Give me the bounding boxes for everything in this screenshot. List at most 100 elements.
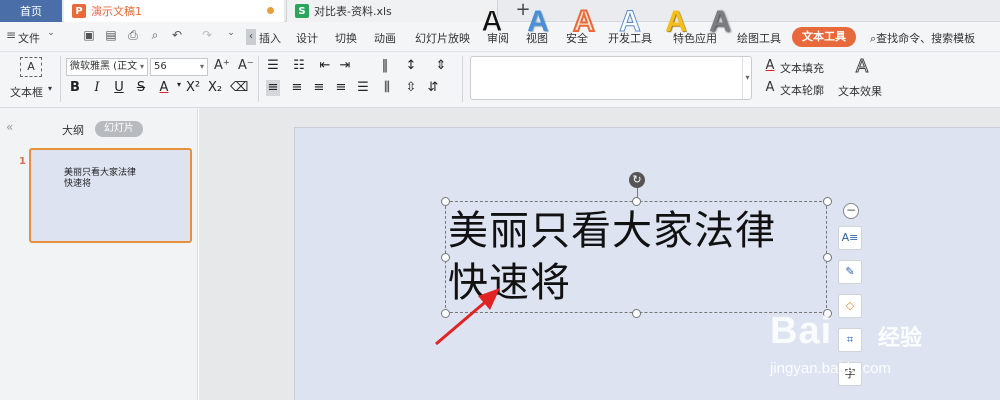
columns-icon[interactable]: ⫼ bbox=[380, 80, 394, 96]
command-search[interactable]: ⌕查找命令、搜索模板 bbox=[870, 30, 975, 46]
spreadsheet-file-icon: S bbox=[295, 4, 309, 18]
text-effect-button[interactable]: 文本效果 bbox=[838, 83, 882, 99]
menu-insert[interactable]: 插入 bbox=[259, 30, 281, 46]
text-outline-icon[interactable]: A bbox=[762, 80, 778, 96]
menu-text-tools-active[interactable]: 文本工具 bbox=[792, 27, 856, 47]
export-pdf-icon[interactable]: ▤ bbox=[104, 28, 118, 44]
menu-design[interactable]: 设计 bbox=[296, 30, 318, 46]
bold-icon[interactable]: B bbox=[68, 80, 82, 96]
text-fill-icon[interactable]: A bbox=[762, 58, 778, 74]
text-fill-button[interactable]: 文本填充 bbox=[780, 60, 824, 76]
slide-thumbnail[interactable] bbox=[29, 148, 192, 243]
superscript-icon[interactable]: X² bbox=[186, 80, 200, 96]
tab-spreadsheet[interactable]: S 对比表-资料.xls bbox=[286, 0, 498, 22]
vertical-align-icon[interactable]: ⇵ bbox=[426, 80, 440, 96]
text-style-black[interactable]: A bbox=[474, 2, 510, 42]
arrow-shaft bbox=[435, 296, 491, 346]
resize-handle-n[interactable] bbox=[632, 197, 641, 206]
resize-handle-w[interactable] bbox=[441, 253, 450, 262]
italic-icon[interactable]: I bbox=[90, 80, 104, 96]
numbered-list-icon[interactable]: ☷ bbox=[292, 58, 306, 74]
text-outline-button[interactable]: 文本轮廓 bbox=[780, 82, 824, 98]
text-format-icon[interactable]: A≡ bbox=[838, 226, 862, 250]
menu-transition[interactable]: 切换 bbox=[335, 30, 357, 46]
tab-home[interactable]: 首页 bbox=[0, 0, 62, 22]
print-preview-icon[interactable]: ⌕ bbox=[148, 28, 162, 44]
shrink-font-icon[interactable]: A⁻ bbox=[238, 58, 254, 73]
undo-icon[interactable]: ↶ bbox=[170, 28, 184, 44]
font-color-icon[interactable]: A bbox=[157, 80, 171, 96]
red-arrow-annotation bbox=[435, 288, 500, 346]
line-spacing-icon[interactable]: ↕ bbox=[404, 58, 418, 74]
text-style-orange-outline[interactable]: A bbox=[566, 2, 602, 42]
tab-outline[interactable]: 大纲 bbox=[62, 122, 84, 138]
tab-presentation[interactable]: P 演示文稿1 bbox=[64, 0, 284, 22]
tab-home-label: 首页 bbox=[20, 5, 42, 18]
print-icon[interactable]: ⎙ bbox=[126, 28, 140, 44]
textbox-label[interactable]: 文本框 bbox=[10, 84, 43, 100]
resize-handle-ne[interactable] bbox=[823, 197, 832, 206]
redo-icon[interactable]: ↷ bbox=[200, 28, 214, 44]
increase-indent-icon[interactable]: ⇥ bbox=[338, 58, 352, 74]
align-left-icon[interactable]: ≡ bbox=[266, 80, 280, 96]
collapse-panel-icon[interactable]: « bbox=[6, 120, 13, 134]
slide-number: 1 bbox=[19, 156, 26, 167]
chevron-down-icon[interactable]: ▾ bbox=[48, 84, 52, 93]
crop-icon[interactable]: ⌗ bbox=[838, 328, 862, 352]
clear-format-icon[interactable]: ⌫ bbox=[230, 80, 248, 96]
resize-handle-s[interactable] bbox=[632, 309, 641, 318]
underline-icon[interactable]: U bbox=[112, 80, 126, 96]
strikethrough-icon[interactable]: S̶ bbox=[134, 80, 148, 96]
subscript-icon[interactable]: X₂ bbox=[208, 80, 222, 96]
brush-icon[interactable]: ✎ bbox=[838, 260, 862, 284]
text-style-gray[interactable]: A bbox=[702, 2, 738, 42]
text-style-gold[interactable]: A bbox=[658, 2, 694, 42]
tab-presentation-label: 演示文稿1 bbox=[91, 5, 142, 18]
divider bbox=[60, 56, 61, 102]
rotate-handle-icon[interactable]: ↻ bbox=[629, 172, 645, 188]
baidu-watermark-label: 经验 bbox=[878, 326, 923, 351]
menu-drawing-tools[interactable]: 绘图工具 bbox=[737, 30, 781, 46]
divider bbox=[258, 56, 259, 102]
textbox-icon[interactable]: A bbox=[20, 57, 42, 77]
hamburger-icon[interactable]: ≡ bbox=[4, 28, 18, 44]
text-direction-icon[interactable]: ‖ bbox=[378, 58, 392, 74]
shape-fill-icon[interactable]: ◇ bbox=[838, 294, 862, 318]
chevron-down-icon: ▾ bbox=[139, 62, 144, 71]
resize-handle-nw[interactable] bbox=[441, 197, 450, 206]
gallery-more-button[interactable]: ▾ bbox=[742, 57, 752, 99]
text-style-blue[interactable]: A bbox=[520, 2, 556, 42]
text-style-blue-outline[interactable]: A bbox=[612, 2, 648, 42]
decrease-indent-icon[interactable]: ⇤ bbox=[318, 58, 332, 74]
quick-access-dropdown-icon[interactable]: ⌄ bbox=[224, 28, 238, 44]
chevron-down-icon[interactable]: ⌄ bbox=[44, 28, 58, 44]
thumbnail-line-1: 美丽只看大家法律 bbox=[64, 168, 137, 178]
text-effect-icon[interactable]: A bbox=[852, 56, 872, 78]
grow-font-icon[interactable]: A⁺ bbox=[214, 58, 230, 73]
distribute-icon[interactable]: ☰ bbox=[356, 80, 370, 96]
align-text-icon[interactable]: ⇕ bbox=[434, 58, 448, 74]
resize-handle-e[interactable] bbox=[823, 253, 832, 262]
font-family-value: 微软雅黑 (正文 bbox=[70, 61, 138, 72]
justify-icon[interactable]: ≡ bbox=[334, 80, 348, 96]
font-size-select[interactable]: 56 ▾ bbox=[150, 58, 208, 76]
chevron-down-icon[interactable]: ▾ bbox=[172, 80, 186, 96]
align-center-icon[interactable]: ≡ bbox=[290, 80, 304, 96]
paragraph-spacing-icon[interactable]: ⇳ bbox=[404, 80, 418, 96]
save-icon[interactable]: ▣ bbox=[82, 28, 96, 44]
menu-file[interactable]: 文件 bbox=[18, 30, 40, 46]
tab-spreadsheet-label: 对比表-资料.xls bbox=[314, 5, 392, 18]
unsaved-dot-icon bbox=[267, 7, 274, 14]
bullet-list-icon[interactable]: ☰ bbox=[266, 58, 280, 74]
align-right-icon[interactable]: ≡ bbox=[312, 80, 326, 96]
tab-slides[interactable]: 幻灯片 bbox=[95, 121, 143, 137]
menu-animation[interactable]: 动画 bbox=[374, 30, 396, 46]
slide-thumbnail-text: 美丽只看大家法律 快速将 bbox=[64, 168, 144, 190]
menu-scroll-left-button[interactable]: ‹ bbox=[246, 29, 256, 45]
menu-slideshow[interactable]: 幻灯片放映 bbox=[415, 30, 470, 46]
font-family-select[interactable]: 微软雅黑 (正文 ▾ bbox=[66, 58, 148, 76]
command-search-label: 查找命令、搜索模板 bbox=[876, 32, 976, 45]
collapse-toolbar-icon[interactable]: − bbox=[843, 203, 859, 219]
text-line-1: 美丽只看大家法律 bbox=[448, 208, 776, 254]
divider bbox=[462, 56, 463, 102]
